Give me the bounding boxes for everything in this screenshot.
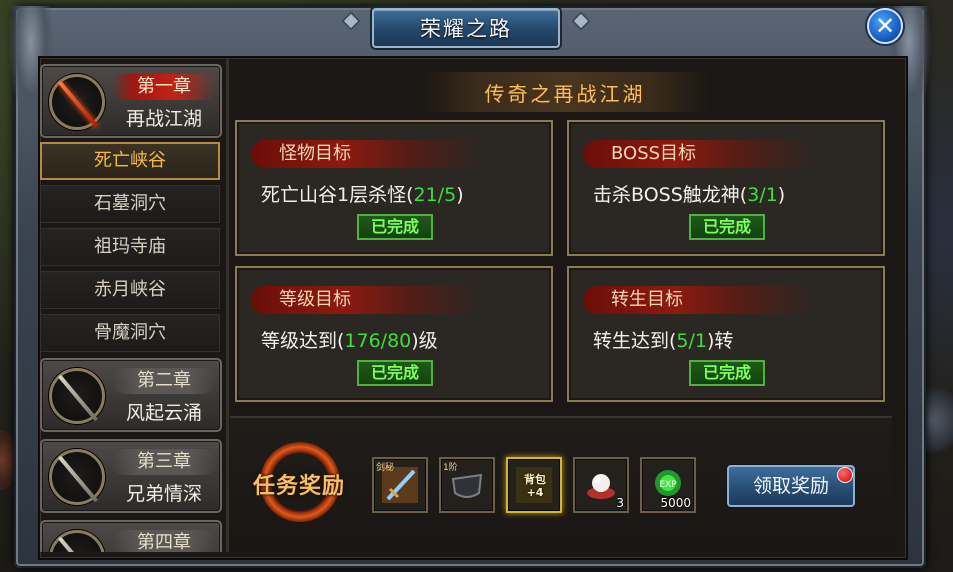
blade-emblem-icon [49, 530, 105, 552]
reward-tag: 背包+4 [524, 473, 546, 499]
sidebar-item-death-canyon[interactable]: 死亡峡谷 [40, 142, 220, 180]
objective-rebirth: 转生目标 转生达到(5/1)转 已完成 [567, 266, 885, 402]
objective-text: 击杀BOSS触龙神(3/1) [593, 184, 786, 206]
chapter-name: 再战江湖 [125, 108, 202, 130]
sidebar-item-stone-tomb[interactable]: 石墓洞穴 [40, 185, 220, 223]
task-reward-heading: 任务奖励 [252, 473, 345, 499]
sidebar-item-red-moon-canyon[interactable]: 赤月峡谷 [40, 271, 220, 309]
window-title-plate: 荣耀之路 [372, 8, 560, 48]
close-button[interactable]: ✕ [867, 8, 903, 44]
spiked-club-emblem-icon [49, 449, 105, 505]
chapter-4-tab[interactable]: 第四章 [40, 520, 222, 552]
chapter-banner: 传奇之再战江湖 [420, 72, 710, 112]
objective-title: 怪物目标 [251, 140, 481, 168]
sidebar-item-bone-demon-cave[interactable]: 骨魔洞穴 [40, 314, 220, 352]
objective-progress: 3/1 [747, 184, 778, 206]
objective-level: 等级目标 等级达到(176/80)级 已完成 [235, 266, 553, 402]
objective-text: 死亡山谷1层杀怪(21/5) [261, 184, 464, 206]
chapter-banner-title: 传奇之再战江湖 [484, 81, 646, 106]
reward-slot-backpack[interactable]: 背包+4 [506, 457, 562, 513]
chapter-number: 第三章 [112, 449, 216, 475]
reward-tag: 1阶 [443, 463, 458, 473]
completed-badge: 已完成 [357, 214, 433, 240]
panel-divider [226, 58, 229, 552]
close-icon: ✕ [874, 12, 896, 40]
sword-emblem-icon [49, 368, 105, 424]
reward-quantity: 3 [616, 496, 624, 510]
chapter-name: 风起云涌 [125, 402, 202, 424]
objective-monster: 怪物目标 死亡山谷1层杀怪(21/5) 已完成 [235, 120, 553, 256]
crystal-orb-icon [587, 474, 615, 499]
chapter-sidebar: 第一章 再战江湖 死亡峡谷 石墓洞穴 祖玛寺庙 赤月峡谷 骨魔洞穴 第二章 风起… [38, 62, 223, 552]
completed-badge: 已完成 [689, 214, 765, 240]
task-reward-emblem: 任务奖励 [240, 440, 358, 524]
svg-text:EXP: EXP [659, 480, 677, 490]
reward-quantity: 5000 [660, 496, 691, 510]
side-hud-element-right [926, 380, 953, 460]
sidebar-item-zuma-temple[interactable]: 祖玛寺庙 [40, 228, 220, 266]
objective-progress: 176/80 [344, 330, 412, 352]
notification-dot [837, 467, 853, 483]
chapter-number: 第四章 [112, 530, 216, 552]
chapter-3-tab[interactable]: 第三章 兄弟情深 [40, 439, 222, 513]
reward-tag: 剑秘 [376, 463, 395, 473]
chapter-2-tab[interactable]: 第二章 风起云涌 [40, 358, 222, 432]
objective-progress: 5/1 [676, 330, 707, 352]
reward-slot-crystal[interactable]: 3 [573, 457, 629, 513]
objective-title: BOSS目标 [583, 140, 813, 168]
chapter-1-tab[interactable]: 第一章 再战江湖 [40, 64, 222, 138]
chapter-name: 兄弟情深 [125, 483, 202, 505]
objective-text: 等级达到(176/80)级 [261, 330, 438, 352]
reward-slot-exp[interactable]: EXP 5000 [640, 457, 696, 513]
objective-text: 转生达到(5/1)转 [593, 330, 734, 352]
completed-badge: 已完成 [689, 360, 765, 386]
claim-reward-button[interactable]: 领取奖励 [727, 465, 855, 507]
objective-progress: 21/5 [413, 184, 457, 206]
objective-boss: BOSS目标 击杀BOSS触龙神(3/1) 已完成 [567, 120, 885, 256]
window-title: 荣耀之路 [420, 17, 512, 41]
objective-title: 等级目标 [251, 286, 481, 314]
chapter-number: 第二章 [112, 368, 216, 394]
side-hud-element-left [0, 430, 14, 490]
reward-slot-sword-book[interactable]: 剑秘 [372, 457, 428, 513]
objective-title: 转生目标 [583, 286, 813, 314]
chapter-number: 第一章 [112, 74, 216, 100]
completed-badge: 已完成 [357, 360, 433, 386]
reward-slot-armor[interactable]: 1阶 [439, 457, 495, 513]
flame-sword-emblem-icon [49, 74, 105, 130]
